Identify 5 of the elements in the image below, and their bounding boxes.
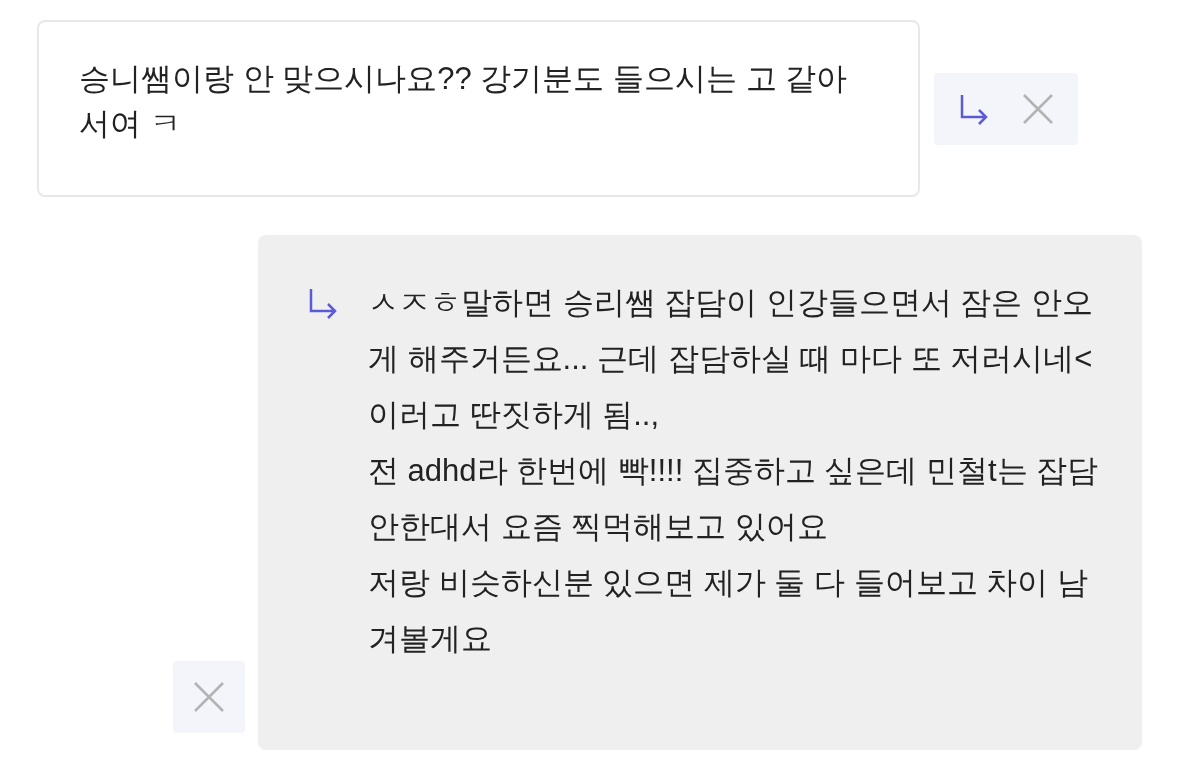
comment-text: 승니쌤이랑 안 맞으시나요?? 강기분도 들으시는 고 같아서여 ㅋ	[79, 60, 849, 143]
close-button[interactable]	[173, 661, 245, 733]
close-icon	[1022, 92, 1054, 125]
reply-text: ㅅㅈㅎ말하면 승리쌤 잡담이 인강들으면서 잠은 안오게 해주거든요... 근데 잡담하실 때 마다 또 저러시네<이러고 딴짓하게 됨.., 전 adhd라 한번에 빡!!!! 집중하고 싶은데 민철t는 잡담 안한대서 요즘 찍먹해보고 있어요 저랑 비슷하신분 있으면 제가 둘 다 들어보고 차이 남겨볼게요	[368, 284, 1100, 658]
close-icon	[193, 681, 225, 713]
